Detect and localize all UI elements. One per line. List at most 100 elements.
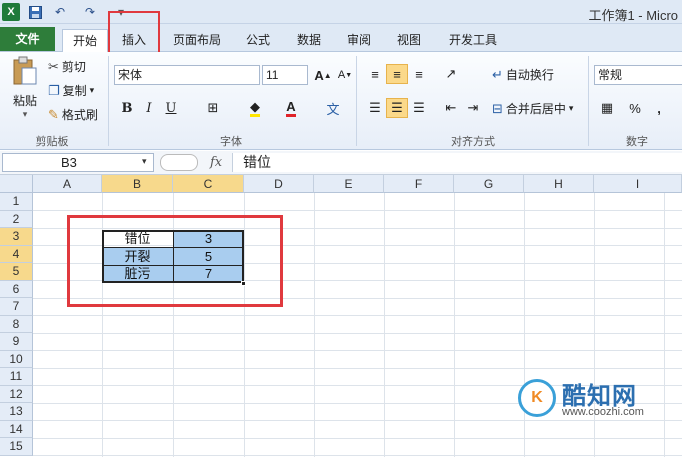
formula-input[interactable]: 错位 [232,153,682,172]
paste-button[interactable]: 粘贴 ▾ [8,56,42,130]
row-header-5[interactable]: 5 [0,263,33,281]
shrink-font-button[interactable]: A ▼ [334,65,356,85]
align-top-button[interactable]: ≡ [364,64,386,84]
divider [588,56,589,146]
align-center-icon: ☰ [391,100,403,115]
merge-icon: ⊟ [492,100,503,116]
divider [108,56,109,146]
align-right-button[interactable]: ☰ [408,98,430,118]
brush-icon: ✎ [48,106,59,122]
align-middle-button[interactable]: ≡ [386,64,408,84]
align-right-icon: ☰ [413,100,425,115]
watermark-url: www.coozhi.com [562,406,644,418]
align-bottom-icon: ≡ [415,66,423,82]
align-center-button[interactable]: ☰ [386,98,408,118]
orientation-button[interactable]: ↗ [440,64,462,84]
column-header-f[interactable]: F [384,175,454,193]
row-header-13[interactable]: 13 [0,403,33,421]
italic-button[interactable]: I [138,98,160,118]
merge-center-button[interactable]: ⊟ 合并后居中 ▾ [492,100,573,117]
align-bottom-button[interactable]: ≡ [408,64,430,84]
column-header-b[interactable]: B [102,175,173,193]
number-format-select[interactable]: 常规 [594,65,682,85]
tab-home[interactable]: 开始 [62,29,108,52]
copy-button[interactable]: ❐ 复制 ▾ [48,82,94,99]
undo-icon[interactable]: ↶ [50,3,70,21]
row-header-12[interactable]: 12 [0,385,33,403]
watermark-logo-icon: K [518,379,556,417]
ribbon-tabs: 文件 开始 插入 页面布局 公式 数据 审阅 视图 开发工具 [0,24,682,52]
row-header-8[interactable]: 8 [0,315,33,333]
accounting-format-button[interactable]: ▦ [596,98,618,118]
alignment-group-label: 对齐方式 [451,136,495,148]
divider [356,56,357,146]
column-header-i[interactable]: I [594,175,682,193]
scissors-icon: ✂ [48,58,59,74]
increase-indent-icon: ⇥ [467,100,479,115]
underline-button[interactable]: U [160,98,182,118]
data-range-highlight [67,215,283,307]
redo-icon[interactable]: ↷ [80,3,100,21]
paint-bucket-icon: ◆ [250,99,260,117]
align-top-icon: ≡ [371,66,379,82]
tab-formulas[interactable]: 公式 [238,29,278,52]
column-header-d[interactable]: D [244,175,314,193]
font-group-label: 字体 [220,136,242,148]
align-left-button[interactable]: ☰ [364,98,386,118]
row-header-4[interactable]: 4 [0,245,33,263]
number-group-label: 数字 [626,136,648,148]
paste-dropdown-icon: ▾ [22,109,28,119]
formula-bar-splitter[interactable] [160,154,198,171]
row-header-14[interactable]: 14 [0,420,33,438]
decrease-indent-icon: ⇤ [445,100,457,115]
font-color-button[interactable]: A [280,98,302,118]
name-box[interactable]: B3 [2,153,154,172]
tab-page-layout[interactable]: 页面布局 [166,29,228,52]
row-header-7[interactable]: 7 [0,298,33,316]
increase-indent-button[interactable]: ⇥ [462,98,484,118]
select-all-button[interactable] [0,175,33,193]
tab-view[interactable]: 视图 [388,29,430,52]
comma-button[interactable]: , [648,98,670,118]
paste-label: 粘贴 [12,94,37,108]
font-color-icon: A [286,99,296,117]
cut-button[interactable]: ✂ 剪切 [48,58,86,75]
row-header-9[interactable]: 9 [0,333,33,351]
percent-button[interactable]: % [624,98,646,118]
grow-font-button[interactable]: A ▲ [312,65,334,85]
row-header-11[interactable]: 11 [0,368,33,386]
copy-dropdown-icon: ▾ [89,85,95,95]
row-header-1[interactable]: 1 [0,193,33,211]
borders-button[interactable]: ⊞ [202,98,224,118]
wrap-icon: ↵ [492,66,503,82]
wrap-text-button[interactable]: ↵ 自动换行 [492,66,554,83]
row-header-10[interactable]: 10 [0,350,33,368]
font-name-select[interactable]: 宋体 [114,65,260,85]
title-bar: X ↶ ↷ ▾ 工作簿1 - Micro [0,0,682,24]
ribbon-home: 粘贴 ▾ ✂ 剪切 ❐ 复制 ▾ ✎ 格式刷 剪贴板 宋体 11 A ▲ A ▼ B I U… [0,52,682,150]
decrease-indent-button[interactable]: ⇤ [440,98,462,118]
tab-file[interactable]: 文件 [0,27,55,51]
row-header-15[interactable]: 15 [0,438,33,456]
column-header-c[interactable]: C [173,175,244,193]
format-painter-button[interactable]: ✎ 格式刷 [48,106,98,123]
row-header-6[interactable]: 6 [0,280,33,298]
tab-developer[interactable]: 开发工具 [442,29,504,52]
column-header-a[interactable]: A [33,175,102,193]
tab-review[interactable]: 审阅 [338,29,380,52]
save-icon[interactable] [26,3,44,21]
row-header-2[interactable]: 2 [0,210,33,228]
tab-data[interactable]: 数据 [288,29,330,52]
fill-color-button[interactable]: ◆ [244,98,266,118]
insert-function-icon[interactable]: fx [210,155,222,170]
column-header-g[interactable]: G [454,175,524,193]
column-header-e[interactable]: E [314,175,384,193]
bold-button[interactable]: B [116,98,138,118]
name-box-dropdown-icon[interactable]: ▾ [142,156,147,167]
phonetic-button[interactable]: 文 [322,98,344,118]
column-header-h[interactable]: H [524,175,594,193]
font-size-select[interactable]: 11 [262,65,308,85]
currency-icon: ▦ [600,100,614,115]
row-header-3[interactable]: 3 [0,228,33,246]
excel-app-icon[interactable]: X [2,3,20,21]
